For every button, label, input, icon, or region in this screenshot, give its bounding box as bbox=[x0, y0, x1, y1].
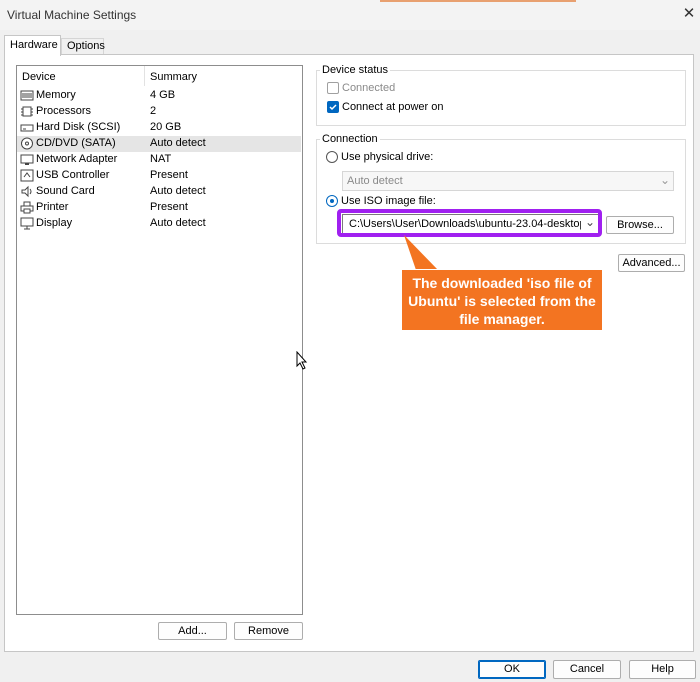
help-button[interactable]: Help bbox=[629, 660, 696, 679]
remove-button[interactable]: Remove bbox=[234, 622, 303, 640]
ok-button[interactable]: OK bbox=[478, 660, 546, 679]
device-summary: Auto detect bbox=[150, 185, 206, 197]
tab-hardware[interactable]: Hardware bbox=[4, 35, 61, 56]
cpu-icon bbox=[21, 106, 33, 117]
tab-options[interactable]: Options bbox=[61, 38, 105, 55]
device-row-display[interactable]: Display Auto detect bbox=[17, 216, 301, 232]
device-name: Hard Disk (SCSI) bbox=[36, 121, 121, 133]
connected-label: Connected bbox=[342, 82, 396, 94]
chevron-down-icon: ⌄ bbox=[660, 173, 671, 187]
device-name: Memory bbox=[36, 89, 76, 101]
window-title: Virtual Machine Settings bbox=[7, 8, 137, 22]
device-name: Sound Card bbox=[36, 185, 95, 197]
column-separator[interactable] bbox=[144, 66, 145, 86]
hard-disk-icon bbox=[20, 124, 34, 132]
device-row-network-adapter[interactable]: Network Adapter NAT bbox=[17, 152, 301, 168]
device-name: Display bbox=[36, 217, 73, 229]
device-row-processors[interactable]: Processors 2 bbox=[17, 104, 301, 120]
usb-icon bbox=[20, 169, 34, 182]
device-row-sound-card[interactable]: Sound Card Auto detect bbox=[17, 184, 301, 200]
window-accent-strip bbox=[380, 0, 576, 2]
physical-drive-value: Auto detect bbox=[347, 175, 403, 187]
physical-drive-select[interactable]: Auto detect ⌄ bbox=[342, 171, 674, 191]
device-summary: Present bbox=[150, 169, 188, 181]
cursor-icon bbox=[296, 351, 308, 370]
column-header-summary[interactable]: Summary bbox=[150, 71, 197, 83]
monitor-icon bbox=[20, 217, 34, 230]
cancel-button[interactable]: Cancel bbox=[553, 660, 621, 679]
device-status-group bbox=[316, 70, 686, 126]
device-row-memory[interactable]: Memory 4 GB bbox=[17, 88, 301, 104]
annotation-callout: The downloaded 'iso file of Ubuntu' is s… bbox=[401, 269, 603, 331]
device-summary: 20 GB bbox=[150, 121, 182, 133]
use-iso-radio[interactable] bbox=[326, 195, 338, 207]
browse-button[interactable]: Browse... bbox=[606, 216, 674, 234]
use-physical-drive-radio[interactable] bbox=[326, 151, 338, 163]
device-summary: NAT bbox=[150, 153, 172, 165]
device-row-printer[interactable]: Printer Present bbox=[17, 200, 301, 216]
device-name: CD/DVD (SATA) bbox=[36, 137, 116, 149]
column-header-device[interactable]: Device bbox=[22, 71, 56, 83]
iso-path-highlight bbox=[337, 209, 602, 237]
connected-checkbox[interactable] bbox=[327, 82, 339, 94]
device-summary: Auto detect bbox=[150, 217, 206, 229]
cd-dvd-icon bbox=[21, 137, 33, 150]
advanced-button[interactable]: Advanced... bbox=[618, 254, 685, 272]
memory-icon bbox=[20, 90, 34, 101]
close-icon[interactable]: ✕ bbox=[680, 4, 698, 24]
speaker-icon bbox=[21, 185, 32, 198]
device-summary: 2 bbox=[150, 105, 157, 117]
device-row-hard-disk[interactable]: Hard Disk (SCSI) 20 GB bbox=[17, 120, 301, 136]
connect-at-power-on-checkbox[interactable] bbox=[327, 101, 339, 113]
device-name: Network Adapter bbox=[36, 153, 118, 165]
device-name: Processors bbox=[36, 105, 92, 117]
connection-label: Connection bbox=[320, 133, 380, 145]
device-name: Printer bbox=[36, 201, 69, 213]
device-name: USB Controller bbox=[36, 169, 110, 181]
device-row-cd-dvd[interactable]: CD/DVD (SATA) Auto detect bbox=[17, 136, 301, 152]
device-status-label: Device status bbox=[320, 64, 391, 76]
device-summary: 4 GB bbox=[150, 89, 176, 101]
device-summary: Auto detect bbox=[150, 137, 206, 149]
printer-icon bbox=[20, 201, 34, 214]
use-iso-label: Use ISO image file: bbox=[341, 195, 436, 207]
add-button[interactable]: Add... bbox=[158, 622, 227, 640]
checkmark-icon bbox=[329, 104, 337, 111]
network-icon bbox=[20, 154, 34, 165]
use-physical-drive-label: Use physical drive: bbox=[341, 151, 434, 163]
device-summary: Present bbox=[150, 201, 188, 213]
connect-at-power-on-label: Connect at power on bbox=[342, 101, 444, 113]
device-row-usb-controller[interactable]: USB Controller Present bbox=[17, 168, 301, 184]
callout-pointer bbox=[404, 235, 438, 270]
